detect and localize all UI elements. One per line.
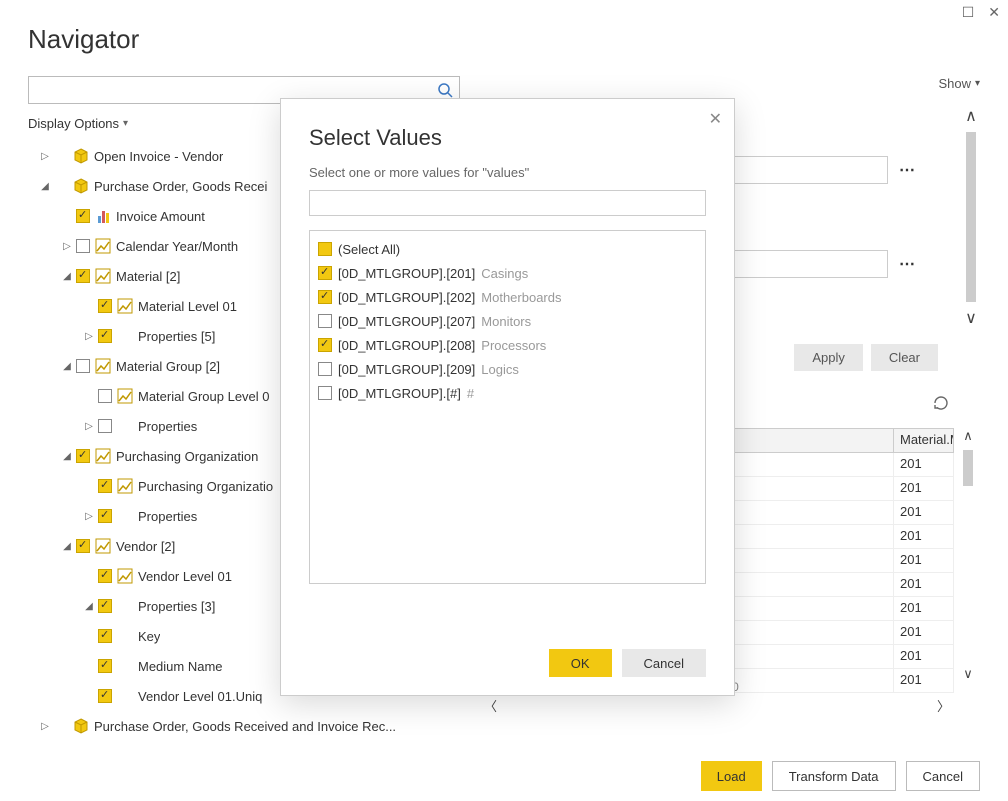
show-dropdown[interactable]: Show ▾: [938, 76, 980, 91]
close-icon[interactable]: ✕: [709, 109, 722, 129]
tree-label: Properties: [138, 509, 197, 524]
dialog-title: Select Values: [309, 125, 706, 151]
values-list: (Select All) [0D_MTLGROUP].[201] Casings…: [309, 230, 706, 584]
value-option[interactable]: [0D_MTLGROUP].[201] Casings: [318, 261, 697, 285]
tree-label: Purchase Order, Goods Received and Invoi…: [94, 719, 396, 734]
tree-label: Key: [138, 629, 160, 644]
expand-caret[interactable]: ▷: [62, 241, 72, 252]
expand-caret[interactable]: ▷: [84, 331, 94, 342]
load-button[interactable]: Load: [701, 761, 762, 791]
apply-button[interactable]: Apply: [794, 344, 863, 371]
tree-label: Vendor Level 01.Uniq: [138, 689, 262, 704]
chevron-down-icon: ▾: [975, 78, 980, 89]
clear-button[interactable]: Clear: [871, 344, 938, 371]
scroll-right-icon[interactable]: 〉: [937, 696, 950, 715]
select-all-row[interactable]: (Select All): [318, 237, 697, 261]
checkbox[interactable]: [76, 239, 90, 253]
checkbox[interactable]: [318, 362, 332, 376]
tree-label: Properties: [138, 419, 197, 434]
select-values-dialog: ✕ Select Values Select one or more value…: [280, 98, 735, 696]
search-icon: [437, 82, 453, 98]
value-option[interactable]: [0D_MTLGROUP].[#] #: [318, 381, 697, 405]
chevron-down-icon: ▾: [123, 118, 128, 129]
expand-caret[interactable]: ◢: [62, 541, 72, 552]
checkbox[interactable]: [98, 419, 112, 433]
expand-caret[interactable]: ▷: [84, 421, 94, 432]
tree-label: Vendor [2]: [116, 539, 175, 554]
checkbox[interactable]: [98, 629, 112, 643]
tree-label: Purchasing Organizatio: [138, 479, 273, 494]
checkbox[interactable]: [76, 449, 90, 463]
checkbox[interactable]: [98, 569, 112, 583]
close-window-icon[interactable]: ✕: [988, 4, 1000, 21]
tree-label: Material Group [2]: [116, 359, 220, 374]
checkbox[interactable]: [318, 386, 332, 400]
value-option[interactable]: [0D_MTLGROUP].[202] Motherboards: [318, 285, 697, 309]
cancel-button[interactable]: Cancel: [906, 761, 980, 791]
expand-caret[interactable]: ▷: [40, 721, 50, 732]
tree-label: Material Level 01: [138, 299, 237, 314]
expand-caret[interactable]: ◢: [40, 181, 50, 192]
checkbox[interactable]: [318, 314, 332, 328]
checkbox[interactable]: [98, 329, 112, 343]
checkbox[interactable]: [98, 599, 112, 613]
refresh-icon[interactable]: [932, 394, 950, 417]
scroll-down-icon[interactable]: ∨: [965, 308, 977, 328]
dialog-subtitle: Select one or more values for "values": [309, 165, 706, 180]
expand-caret[interactable]: ▷: [84, 511, 94, 522]
tree-label: Medium Name: [138, 659, 223, 674]
transform-data-button[interactable]: Transform Data: [772, 761, 896, 791]
expand-caret[interactable]: ◢: [84, 601, 94, 612]
value-option[interactable]: [0D_MTLGROUP].[207] Monitors: [318, 309, 697, 333]
tree-label: Open Invoice - Vendor: [94, 149, 223, 164]
checkbox[interactable]: [76, 209, 90, 223]
checkbox[interactable]: [98, 509, 112, 523]
tree-label: Material [2]: [116, 269, 180, 284]
scroll-down-icon[interactable]: ∨: [963, 666, 973, 682]
checkbox[interactable]: [76, 269, 90, 283]
ellipsis-button[interactable]: ⋯: [894, 157, 920, 183]
cancel-button[interactable]: Cancel: [622, 649, 706, 677]
expand-caret[interactable]: ◢: [62, 451, 72, 462]
checkbox-indeterminate[interactable]: [318, 242, 332, 256]
tree-label: Calendar Year/Month: [116, 239, 238, 254]
ellipsis-button[interactable]: ⋯: [894, 251, 920, 277]
checkbox[interactable]: [76, 539, 90, 553]
checkbox[interactable]: [98, 389, 112, 403]
tree-item[interactable]: ▷ Purchase Order, Goods Received and Invo…: [28, 711, 460, 741]
checkbox[interactable]: [318, 338, 332, 352]
scroll-up-icon[interactable]: ∧: [965, 106, 977, 126]
tree-label: Purchase Order, Goods Recei: [94, 179, 267, 194]
table-header[interactable]: Material.M: [894, 429, 954, 453]
maximize-icon[interactable]: ☐: [962, 4, 975, 21]
tree-label: Properties [3]: [138, 599, 215, 614]
tree-label: Properties [5]: [138, 329, 215, 344]
ok-button[interactable]: OK: [549, 649, 612, 677]
tree-label: Purchasing Organization: [116, 449, 258, 464]
tree-label: Invoice Amount: [116, 209, 205, 224]
checkbox[interactable]: [76, 359, 90, 373]
checkbox[interactable]: [318, 266, 332, 280]
checkbox[interactable]: [98, 689, 112, 703]
value-option[interactable]: [0D_MTLGROUP].[209] Logics: [318, 357, 697, 381]
scroll-left-icon[interactable]: 〈: [484, 696, 497, 715]
page-title: Navigator: [28, 24, 139, 55]
checkbox[interactable]: [98, 299, 112, 313]
expand-caret[interactable]: ▷: [40, 151, 50, 162]
checkbox[interactable]: [98, 659, 112, 673]
checkbox[interactable]: [318, 290, 332, 304]
values-filter-input[interactable]: [309, 190, 706, 216]
value-option[interactable]: [0D_MTLGROUP].[208] Processors: [318, 333, 697, 357]
tree-label: Material Group Level 0: [138, 389, 270, 404]
expand-caret[interactable]: ◢: [62, 271, 72, 282]
checkbox[interactable]: [98, 479, 112, 493]
expand-caret[interactable]: ◢: [62, 361, 72, 372]
scroll-up-icon[interactable]: ∧: [963, 428, 973, 444]
tree-label: Vendor Level 01: [138, 569, 232, 584]
